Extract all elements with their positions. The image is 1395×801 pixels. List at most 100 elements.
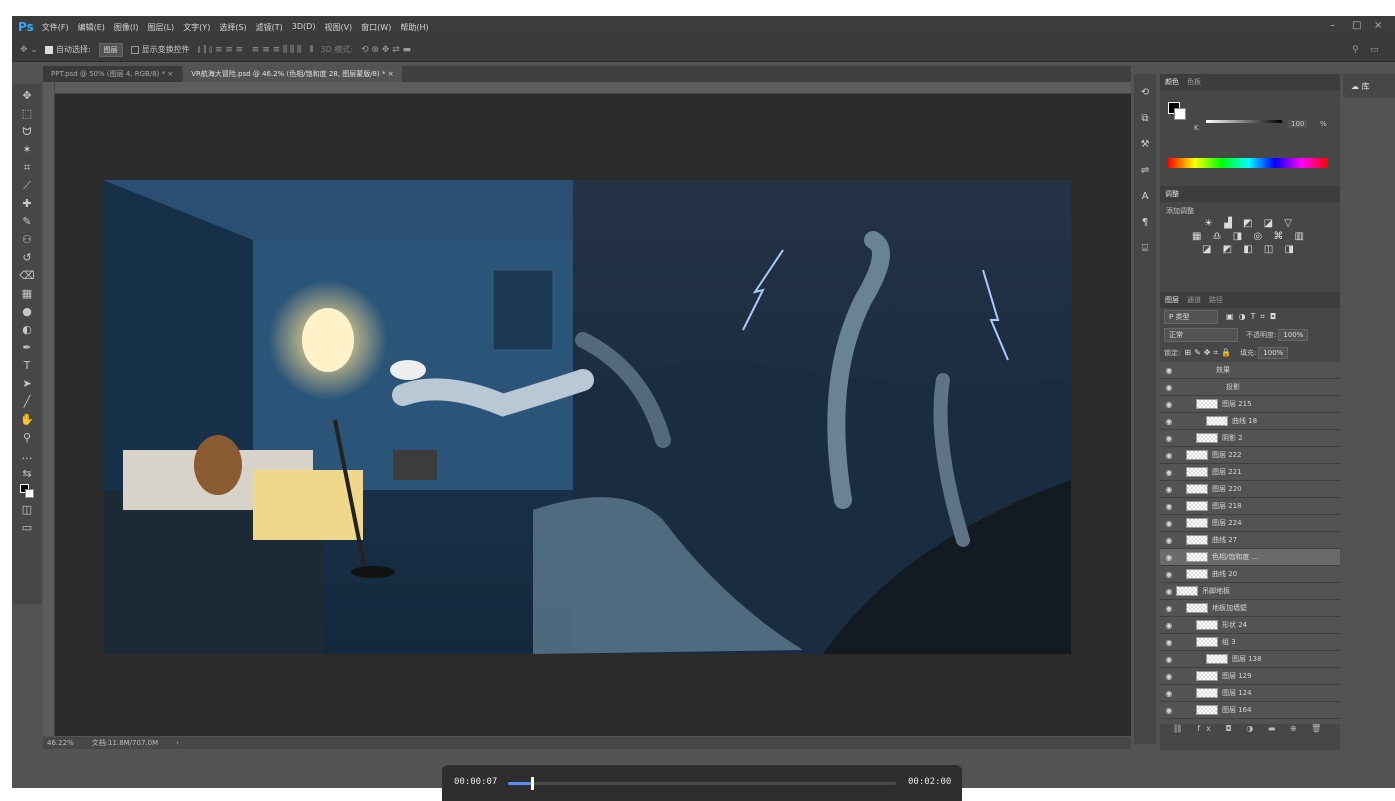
document-size[interactable]: 文档:11.8M/707.0M (92, 738, 158, 748)
fill-field[interactable]: 100% (1258, 347, 1289, 359)
hand-icon[interactable]: ✋ (17, 411, 37, 429)
visibility-eye-icon[interactable]: ◉ (1162, 706, 1176, 715)
layer-filter-dropdown[interactable]: P 类型 (1164, 310, 1218, 324)
background-color[interactable] (1174, 108, 1186, 120)
magic-wand-icon[interactable]: ✶ (17, 141, 37, 159)
minimize-button[interactable]: – (1330, 20, 1335, 31)
layers-footer-icons[interactable]: ⛓ fx ◘ ◑ ▬ ⊕ 🗑 (1160, 724, 1340, 738)
layer-row[interactable]: ◉ 形状 24 (1160, 617, 1340, 634)
layer-row[interactable]: ◉ 地板加墙壁 (1160, 600, 1340, 617)
menu-item-8[interactable]: 视图(V) (324, 22, 352, 33)
visibility-eye-icon[interactable]: ◉ (1162, 587, 1176, 596)
menu-item-3[interactable]: 图层(L) (147, 22, 174, 33)
layer-row[interactable]: ◉ 投影 (1160, 379, 1340, 396)
adjust-icons-row-3[interactable]: ◪ ◩ ◧ ◫ ◨ (1160, 244, 1340, 255)
stamp-icon[interactable]: ⚇ (17, 231, 37, 249)
layer-row[interactable]: ◉ 色相/饱和度 ... (1160, 549, 1340, 566)
glyphs-icon[interactable]: ⌸ (1142, 236, 1148, 262)
properties-icon[interactable]: ⧉ (1141, 106, 1148, 132)
tab-vr-adventure[interactable]: VR航海大冒险.psd @ 46.2% (色相/饱和度 28, 图层蒙版/8) … (183, 66, 402, 82)
visibility-eye-icon[interactable]: ◉ (1162, 638, 1176, 647)
search-icon[interactable]: ⚲ (1352, 45, 1359, 55)
layer-row[interactable]: ◉ 图层 164 (1160, 702, 1340, 719)
k-slider[interactable] (1206, 120, 1282, 123)
character-icon[interactable]: A (1142, 184, 1149, 210)
workspace-icon[interactable]: ▭ (1370, 45, 1379, 55)
menu-item-4[interactable]: 文字(Y) (183, 22, 210, 33)
libraries-tab[interactable]: ☁ 库 (1343, 74, 1395, 98)
visibility-eye-icon[interactable]: ◉ (1162, 621, 1176, 630)
layer-row[interactable]: ◉ 图层 129 (1160, 668, 1340, 685)
auto-select-checkbox[interactable]: 自动选择: (44, 44, 91, 55)
visibility-eye-icon[interactable]: ◉ (1162, 451, 1176, 460)
seek-bar[interactable] (508, 777, 896, 790)
layer-row[interactable]: ◉ 图层 138 (1160, 651, 1340, 668)
paragraph-icon[interactable]: ¶ (1142, 210, 1148, 236)
pen-icon[interactable]: ✒ (17, 339, 37, 357)
marquee-icon[interactable]: ⬚ (17, 105, 37, 123)
close-button[interactable]: × (1374, 20, 1382, 31)
maximize-button[interactable]: □ (1352, 20, 1361, 31)
layer-row[interactable]: ◉ 图层 221 (1160, 464, 1340, 481)
menu-item-0[interactable]: 文件(F) (42, 22, 69, 33)
visibility-eye-icon[interactable]: ◉ (1162, 672, 1176, 681)
brush-settings-icon[interactable]: ⚒ (1141, 132, 1150, 158)
color-spectrum[interactable] (1168, 158, 1328, 168)
swap-colors-icon[interactable]: ⇆ (17, 465, 37, 483)
tab-color[interactable]: 颜色 (1165, 77, 1179, 87)
menu-item-2[interactable]: 图像(I) (114, 22, 139, 33)
more-icon[interactable]: … (17, 447, 37, 465)
layer-row[interactable]: ◉ 图层 222 (1160, 447, 1340, 464)
visibility-eye-icon[interactable]: ◉ (1162, 553, 1176, 562)
blend-mode-dropdown[interactable]: 正常 (1164, 328, 1238, 342)
auto-select-dropdown[interactable]: 图层 (98, 42, 123, 57)
tab-adjustments[interactable]: 调整 (1165, 189, 1179, 199)
brush-icon[interactable]: ✎ (17, 213, 37, 231)
layer-row[interactable]: ◉ 曲线 27 (1160, 532, 1340, 549)
document-canvas[interactable] (103, 180, 1071, 654)
visibility-eye-icon[interactable]: ◉ (1162, 689, 1176, 698)
visibility-eye-icon[interactable]: ◉ (1162, 434, 1176, 443)
menu-item-9[interactable]: 窗口(W) (361, 22, 391, 33)
visibility-eye-icon[interactable]: ◉ (1162, 604, 1176, 613)
filter-icons[interactable]: ▣◑T⌗◘ (1226, 312, 1281, 322)
visibility-eye-icon[interactable]: ◉ (1162, 366, 1176, 375)
type-icon[interactable]: T (17, 357, 37, 375)
visibility-eye-icon[interactable]: ◉ (1162, 400, 1176, 409)
menu-item-7[interactable]: 3D(D) (292, 22, 316, 33)
path-select-icon[interactable]: ➤ (17, 375, 37, 393)
layer-row[interactable]: ◉ 图层 224 (1160, 515, 1340, 532)
lock-icons[interactable]: ⊞✎✥⌗🔒 (1184, 348, 1234, 358)
layer-row[interactable]: ◉ 图层 218 (1160, 498, 1340, 515)
actions-icon[interactable]: ⇌ (1141, 158, 1149, 184)
opacity-field[interactable]: 100% (1278, 329, 1309, 341)
tab-layers[interactable]: 图层 (1165, 295, 1179, 305)
history-brush-icon[interactable]: ↺ (17, 249, 37, 267)
layer-row[interactable]: ◉ 吊脚地板 (1160, 583, 1340, 600)
move-tool-icon[interactable]: ✥ ⌄ (20, 45, 38, 55)
layer-row[interactable]: ◉ 曲线 18 (1160, 413, 1340, 430)
layer-row[interactable]: ◉ 图层 124 (1160, 685, 1340, 702)
eraser-icon[interactable]: ⌫ (17, 267, 37, 285)
zoom-icon[interactable]: ⚲ (17, 429, 37, 447)
layer-row[interactable]: ◉ 图层 220 (1160, 481, 1340, 498)
quick-mask-icon[interactable]: ◫ (17, 501, 37, 519)
seek-knob[interactable] (530, 777, 534, 790)
line-icon[interactable]: ╱ (17, 393, 37, 411)
history-icon[interactable]: ⟲ (1141, 80, 1149, 106)
healing-icon[interactable]: ✚ (17, 195, 37, 213)
menu-item-1[interactable]: 编辑(E) (78, 22, 105, 33)
tab-swatches[interactable]: 色板 (1187, 77, 1201, 87)
menu-item-10[interactable]: 帮助(H) (400, 22, 428, 33)
status-arrow-icon[interactable]: › (176, 739, 179, 747)
k-value[interactable]: 100 (1288, 120, 1308, 128)
eyedropper-icon[interactable]: ⟋ (17, 177, 37, 195)
dodge-icon[interactable]: ◐ (17, 321, 37, 339)
visibility-eye-icon[interactable]: ◉ (1162, 502, 1176, 511)
menu-item-5[interactable]: 选择(S) (219, 22, 246, 33)
visibility-eye-icon[interactable]: ◉ (1162, 536, 1176, 545)
lasso-icon[interactable]: ᗢ (17, 123, 37, 141)
tab-paths[interactable]: 路径 (1209, 295, 1223, 305)
adjust-icons-row-1[interactable]: ☀ ▟ ◩ ◪ ▽ (1160, 218, 1340, 229)
layer-row[interactable]: ◉ 效果 (1160, 362, 1340, 379)
